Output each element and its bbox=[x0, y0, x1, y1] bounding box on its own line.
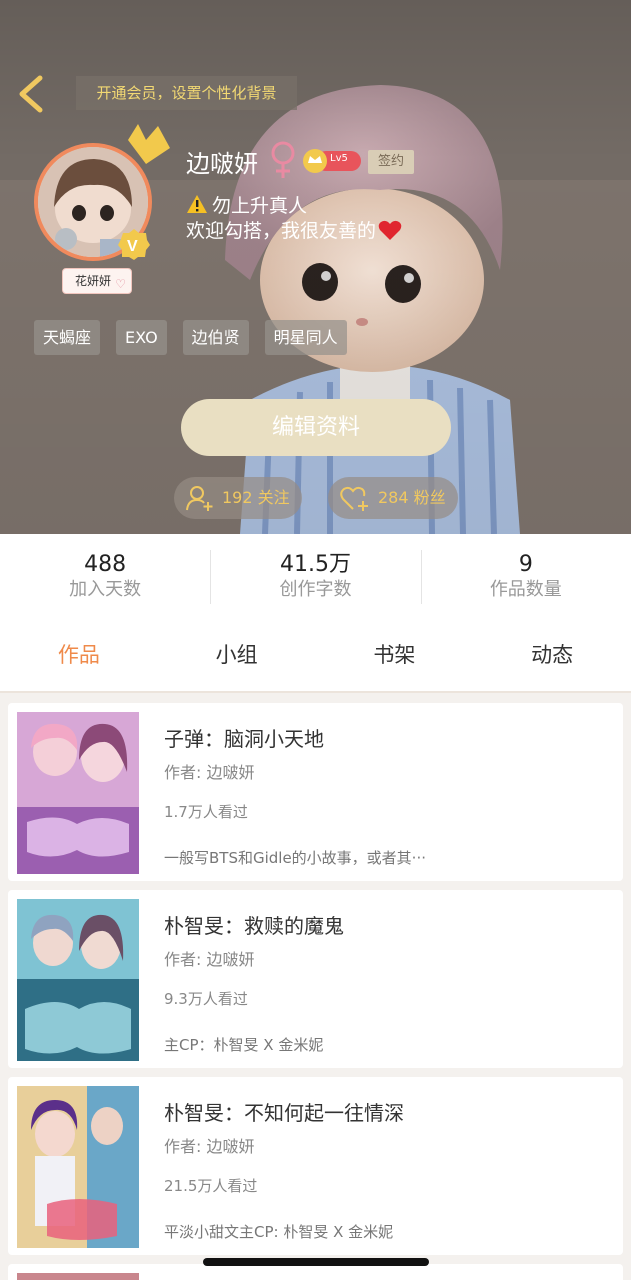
home-indicator[interactable] bbox=[203, 1258, 429, 1266]
svg-text:V: V bbox=[127, 238, 138, 255]
book-views: 1.7万人看过 bbox=[164, 803, 248, 821]
tab-groups[interactable]: 小组 bbox=[158, 618, 316, 691]
signed-author-badge: 签约 bbox=[368, 150, 414, 174]
profile-header: 开通会员，设置个性化背景 V 花妍妍 ♡ 边啵妍 Lv5 签约 勿上升真人 欢迎… bbox=[0, 0, 631, 534]
book-views: 21.5万人看过 bbox=[164, 1177, 258, 1195]
back-button[interactable] bbox=[14, 72, 50, 116]
stat-works-count: 9 作品数量 bbox=[420, 534, 631, 618]
profile-tags: 天蝎座 EXO 边伯贤 明星同人 bbox=[34, 320, 347, 355]
back-arrow-icon bbox=[19, 75, 43, 113]
stats-bar: 488 加入天数 41.5万 创作字数 9 作品数量 bbox=[0, 534, 631, 618]
following-count: 192 关注 bbox=[222, 488, 290, 507]
heart-plus-icon bbox=[340, 486, 368, 511]
bio-line-2: 欢迎勾搭，我很友善的 bbox=[186, 219, 402, 244]
stat-label: 创作字数 bbox=[279, 579, 352, 600]
book-cover-image bbox=[17, 899, 139, 1061]
profile-tabs: 作品 小组 书架 动态 bbox=[0, 618, 631, 693]
book-item[interactable] bbox=[8, 1264, 623, 1280]
warning-icon bbox=[187, 195, 207, 213]
female-gender-icon bbox=[271, 141, 295, 178]
book-description: 一般写BTS和Gidle的小故事，或者其··· bbox=[164, 849, 426, 867]
username: 边啵妍 bbox=[186, 150, 258, 178]
book-cover-image bbox=[17, 1273, 139, 1280]
book-title: 朴智旻：不知何起一往情深 bbox=[164, 1101, 404, 1125]
bio: 勿上升真人 欢迎勾搭，我很友善的 bbox=[186, 194, 402, 244]
verified-badge-icon: V bbox=[118, 229, 150, 260]
edit-profile-button[interactable]: 编辑资料 bbox=[181, 399, 451, 456]
tab-works[interactable]: 作品 bbox=[0, 618, 158, 691]
small-heart-icon: ♡ bbox=[115, 277, 126, 291]
bio-line-2-text: 欢迎勾搭，我很友善的 bbox=[186, 220, 377, 242]
red-heart-icon bbox=[378, 220, 402, 240]
tag-item[interactable]: EXO bbox=[116, 320, 167, 355]
fans-count: 284 粉丝 bbox=[378, 488, 446, 507]
stat-label: 作品数量 bbox=[489, 579, 562, 600]
tag-item[interactable]: 边伯贤 bbox=[182, 320, 249, 355]
book-cover-image bbox=[17, 712, 139, 874]
tab-activity[interactable]: 动态 bbox=[473, 618, 631, 691]
stat-word-count: 41.5万 创作字数 bbox=[210, 534, 420, 618]
book-views: 9.3万人看过 bbox=[164, 990, 248, 1008]
book-description: 平淡小甜文主CP: 朴智旻 X 金米妮 bbox=[164, 1223, 394, 1241]
tag-item[interactable]: 明星同人 bbox=[264, 320, 347, 355]
book-title: 子弹：脑洞小天地 bbox=[164, 727, 324, 751]
book-author: 作者: 边啵妍 bbox=[164, 763, 255, 782]
avatar-nameplate: 花妍妍 ♡ bbox=[62, 268, 132, 294]
add-user-icon bbox=[186, 486, 213, 511]
book-title: 朴智旻：救赎的魔鬼 bbox=[164, 914, 344, 938]
level-text: Lv5 bbox=[330, 153, 348, 164]
book-item[interactable]: 朴智旻：不知何起一往情深 作者: 边啵妍 21.5万人看过 平淡小甜文主CP: … bbox=[8, 1077, 623, 1255]
following-button[interactable]: 192 关注 bbox=[174, 477, 302, 519]
book-description: 主CP：朴智旻 X 金米妮 bbox=[164, 1036, 324, 1054]
tab-bookshelf[interactable]: 书架 bbox=[316, 618, 474, 691]
bio-line-1: 勿上升真人 bbox=[186, 194, 402, 219]
book-author: 作者: 边啵妍 bbox=[164, 950, 255, 969]
book-item[interactable]: 子弹：脑洞小天地 作者: 边啵妍 1.7万人看过 一般写BTS和Gidle的小故… bbox=[8, 703, 623, 881]
book-cover-image bbox=[17, 1086, 139, 1248]
fans-button[interactable]: 284 粉丝 bbox=[328, 477, 458, 519]
stat-value: 41.5万 bbox=[279, 552, 351, 577]
tag-item[interactable]: 天蝎座 bbox=[34, 320, 101, 355]
bio-line-1-text: 勿上升真人 bbox=[212, 195, 308, 217]
stat-days-joined: 488 加入天数 bbox=[0, 534, 210, 618]
stat-value: 488 bbox=[84, 552, 127, 577]
vip-background-banner[interactable]: 开通会员，设置个性化背景 bbox=[76, 76, 297, 110]
avatar-nameplate-text: 花妍妍 bbox=[75, 274, 112, 288]
stat-label: 加入天数 bbox=[69, 579, 142, 600]
stat-value: 9 bbox=[518, 552, 533, 577]
book-author: 作者: 边啵妍 bbox=[164, 1137, 255, 1156]
book-item[interactable]: 朴智旻：救赎的魔鬼 作者: 边啵妍 9.3万人看过 主CP：朴智旻 X 金米妮 bbox=[8, 890, 623, 1068]
